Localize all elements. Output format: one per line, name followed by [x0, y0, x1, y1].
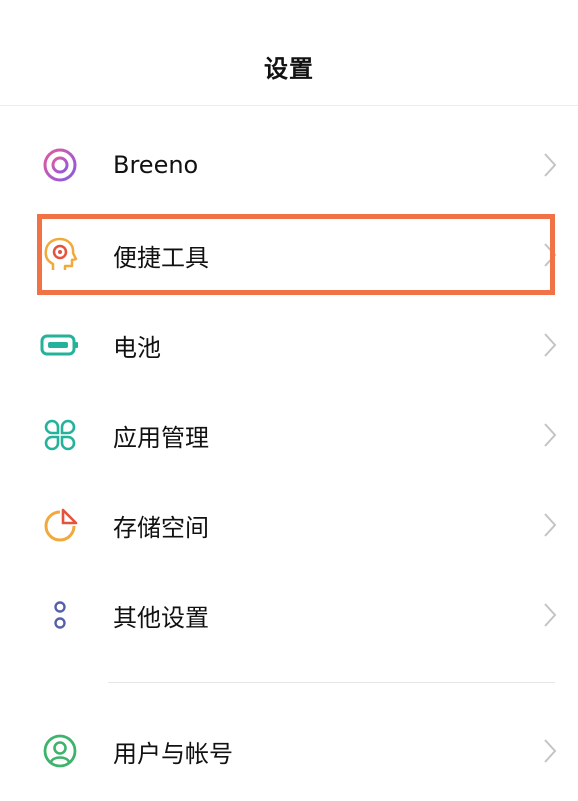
- battery-icon: [40, 325, 80, 365]
- settings-item-user-account[interactable]: 用户与帐号: [0, 706, 578, 796]
- other-settings-icon: [40, 595, 80, 635]
- settings-item-label: 电池: [113, 333, 161, 362]
- breeno-icon: [40, 145, 80, 185]
- settings-item-storage[interactable]: 存储空间: [0, 480, 578, 570]
- settings-item-battery[interactable]: 电池: [0, 300, 578, 390]
- settings-item-label: 存储空间: [113, 513, 209, 542]
- user-account-icon: [40, 731, 80, 771]
- settings-item-label: 用户与帐号: [113, 739, 233, 768]
- chevron-right-icon: [544, 423, 557, 447]
- storage-icon: [40, 505, 80, 545]
- settings-item-label: 应用管理: [113, 423, 209, 452]
- chevron-right-icon: [544, 333, 557, 357]
- convenience-tools-icon: [40, 235, 80, 275]
- settings-item-label: 其他设置: [113, 603, 209, 632]
- chevron-right-icon: [544, 739, 557, 763]
- settings-item-breeno[interactable]: Breeno: [0, 120, 578, 210]
- app-management-icon: [40, 415, 80, 455]
- settings-item-label: Breeno: [113, 151, 199, 179]
- header-bar: 设置: [0, 0, 578, 106]
- page-title: 设置: [264, 55, 314, 83]
- settings-item-app-management[interactable]: 应用管理: [0, 390, 578, 480]
- chevron-right-icon: [544, 243, 557, 267]
- settings-item-label: 便捷工具: [113, 243, 209, 272]
- settings-item-other-settings[interactable]: 其他设置: [0, 570, 578, 660]
- settings-item-convenience-tools[interactable]: 便捷工具: [0, 210, 578, 300]
- chevron-right-icon: [544, 513, 557, 537]
- chevron-right-icon: [544, 603, 557, 627]
- chevron-right-icon: [544, 153, 557, 177]
- section-divider: [108, 682, 555, 683]
